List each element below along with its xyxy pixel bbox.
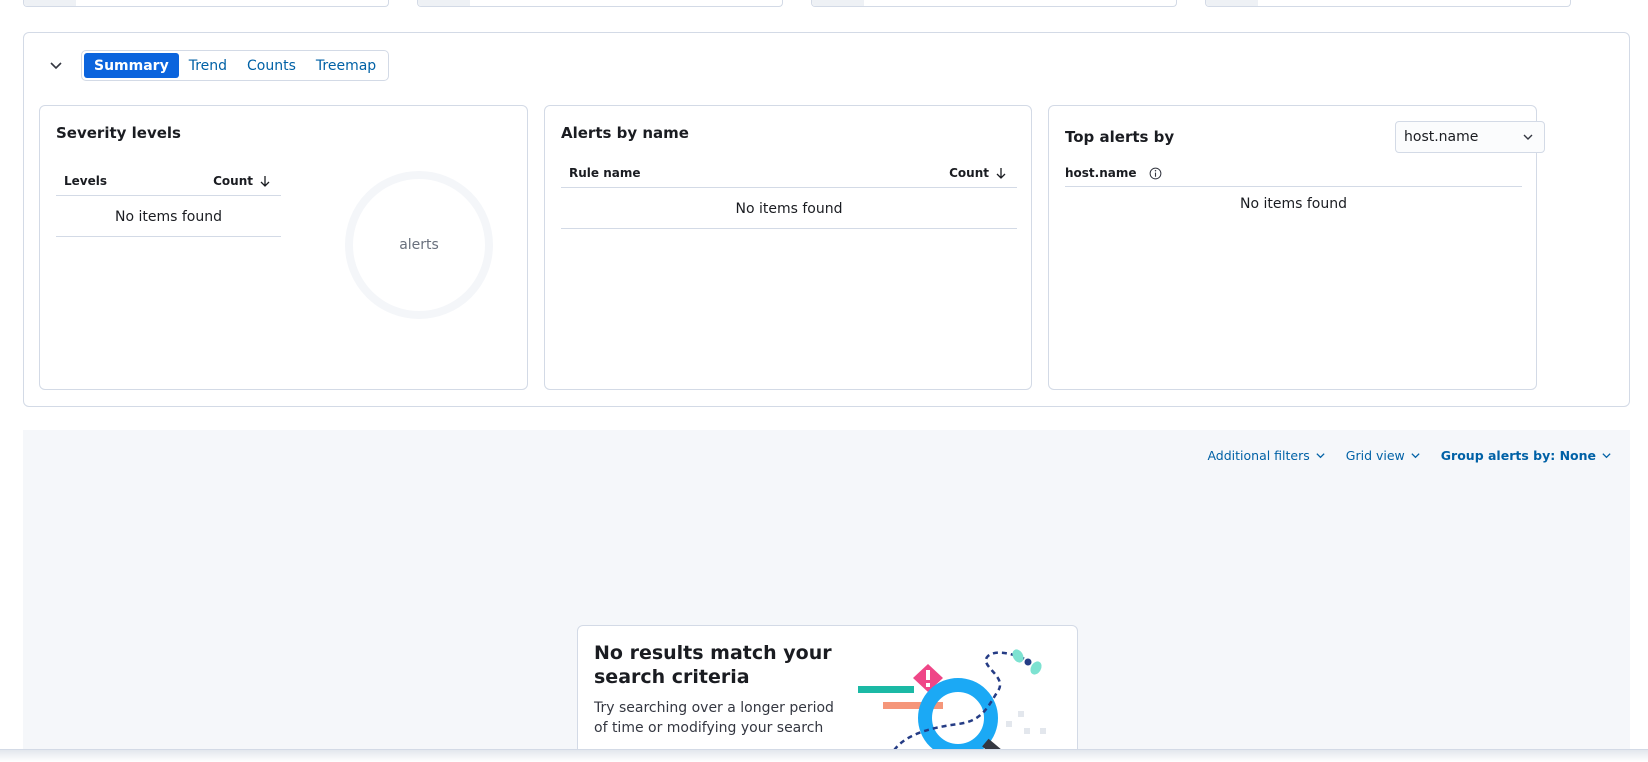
empty-state-body: Try searching over a longer period of ti… <box>594 700 834 736</box>
collapse-toggle-button[interactable] <box>44 53 68 77</box>
column-header-host-name: host.name <box>1065 166 1162 180</box>
group-field-select[interactable]: host.name <box>1395 121 1545 153</box>
tab-treemap[interactable]: Treemap <box>306 53 386 78</box>
chevron-down-icon <box>50 62 62 70</box>
panel-title: Alerts by name <box>561 124 689 142</box>
chevron-down-icon <box>1316 453 1325 459</box>
tab-counts[interactable]: Counts <box>237 53 306 78</box>
column-header-rule-name[interactable]: Rule name <box>569 166 641 180</box>
table-empty-message: No items found <box>1240 196 1347 212</box>
top-panel <box>1205 0 1571 7</box>
arrow-down-icon <box>260 176 270 187</box>
magnifier-illustration-icon <box>858 649 1046 760</box>
column-header-levels[interactable]: Levels <box>64 174 107 188</box>
table-header: host.name <box>1065 164 1522 187</box>
panel-title: Severity levels <box>56 124 181 142</box>
column-header-count[interactable]: Count <box>213 174 271 188</box>
info-icon[interactable] <box>1149 167 1162 180</box>
table-empty-message: No items found <box>561 189 1017 229</box>
severity-donut-chart: alerts <box>345 171 493 319</box>
additional-filters-button[interactable]: Additional filters <box>1207 448 1325 463</box>
table-empty-message: No items found <box>56 197 281 237</box>
summary-tabs: Summary Trend Counts Treemap <box>81 50 390 81</box>
alerts-by-name-panel: Alerts by name Rule name Count No items … <box>544 105 1032 390</box>
alerts-summary-section: Summary Trend Counts Treemap Severity le… <box>23 32 1630 407</box>
grid-view-button[interactable]: Grid view <box>1346 448 1421 463</box>
top-panels-strip <box>23 0 1648 8</box>
empty-results-card: No results match your search criteria Tr… <box>577 625 1078 762</box>
chevron-down-icon <box>1411 453 1420 459</box>
table-header: Levels Count <box>56 166 281 196</box>
tab-summary[interactable]: Summary <box>84 53 179 78</box>
top-panel <box>417 0 783 7</box>
chevron-down-icon <box>1523 134 1533 140</box>
panel-title: Top alerts by <box>1065 128 1175 146</box>
group-alerts-by-button[interactable]: Group alerts by: None <box>1441 448 1612 463</box>
donut-center-label: alerts <box>399 237 439 253</box>
table-header: Rule name Count <box>561 158 1017 188</box>
alerts-grid-section: Additional filters Grid view Group alert… <box>23 430 1630 762</box>
top-panel <box>811 0 1177 7</box>
grid-toolbar: Additional filters Grid view Group alert… <box>1207 448 1612 463</box>
chevron-down-icon <box>1602 453 1611 459</box>
empty-state-title: No results match your search criteria <box>594 642 832 688</box>
top-panel <box>23 0 389 7</box>
tab-trend[interactable]: Trend <box>179 53 237 78</box>
arrow-down-icon <box>996 168 1006 179</box>
top-alerts-panel: Top alerts by host.name host.name No ite… <box>1048 105 1545 390</box>
severity-levels-panel: Severity levels Levels Count No items fo… <box>39 105 528 390</box>
bottom-edge <box>0 749 1648 762</box>
column-header-count[interactable]: Count <box>949 166 1007 180</box>
